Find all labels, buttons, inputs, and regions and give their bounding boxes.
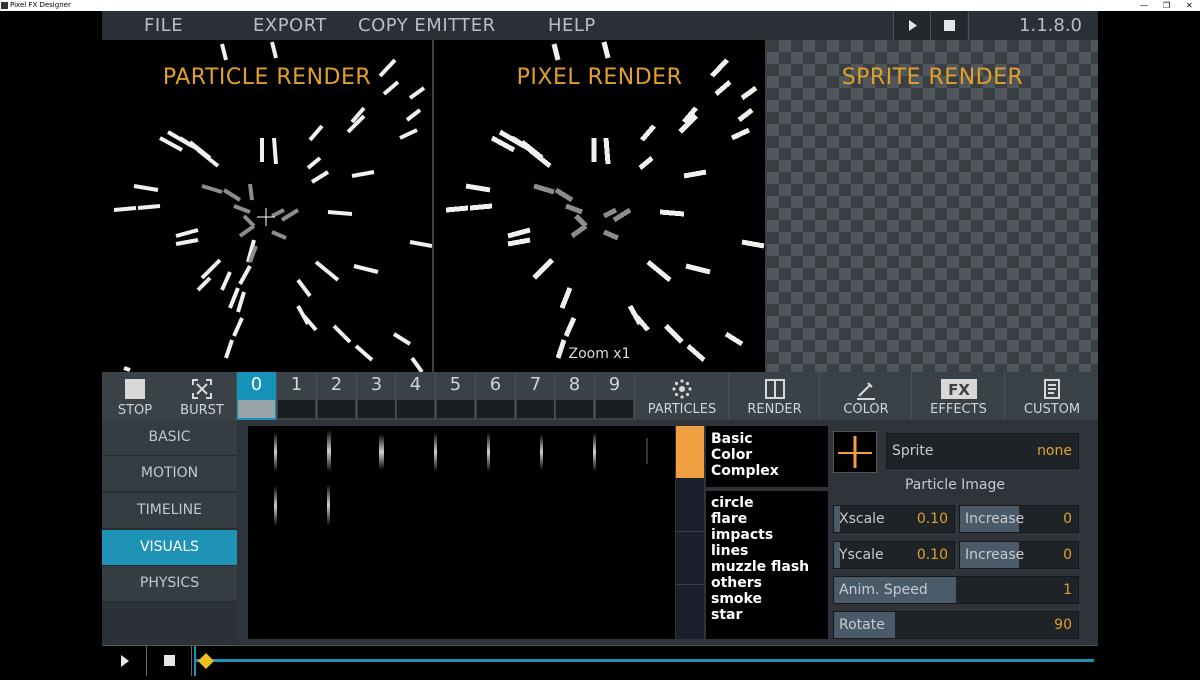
stop-square-icon xyxy=(125,379,145,399)
eyedropper-icon xyxy=(857,382,875,400)
pixel-render-pane[interactable]: PIXEL RENDER Zoom x1 xyxy=(434,40,767,372)
play-icon xyxy=(909,20,917,31)
menu-bar: FILE EXPORT COPY EMITTER HELP 1.1.8.0 xyxy=(102,11,1098,40)
crosshair-icon xyxy=(838,436,872,468)
pixel-render-label: PIXEL RENDER xyxy=(516,65,683,90)
sprite-field[interactable]: Sprite none xyxy=(886,433,1079,469)
app-icon xyxy=(1,2,8,9)
xscale-increase-slider[interactable]: Increase 0 xyxy=(959,505,1079,533)
sidebar-item-motion[interactable]: MOTION xyxy=(102,456,237,492)
stop-icon xyxy=(164,655,175,666)
sprite-render-label: SPRITE RENDER xyxy=(841,65,1024,90)
fx-icon: FX xyxy=(940,379,977,399)
emitter-slot-5[interactable]: 5 xyxy=(435,372,475,420)
scrollbar-thumb[interactable] xyxy=(676,426,704,478)
type-lines[interactable]: lines xyxy=(706,543,828,559)
type-circle[interactable]: circle xyxy=(706,495,828,511)
tab-custom[interactable]: CUSTOM xyxy=(1004,372,1099,420)
svg-text:FX: FX xyxy=(948,381,970,399)
timeline-keyframe-marker[interactable] xyxy=(197,652,215,670)
play-icon xyxy=(121,655,129,667)
type-muzzle-flash[interactable]: muzzle flash xyxy=(706,559,828,575)
thumbnail-scrollbar[interactable] xyxy=(676,426,704,639)
timeline-track[interactable] xyxy=(196,659,1094,662)
particle-render-pane[interactable]: PARTICLE RENDER xyxy=(102,40,434,372)
anim-speed-slider[interactable]: Anim. Speed 1 xyxy=(833,576,1079,604)
sidebar: BASIC MOTION TIMELINE VISUALS PHYSICS xyxy=(102,420,237,645)
emitter-slot-1[interactable]: 1 xyxy=(276,372,316,420)
emitter-slot-8[interactable]: 8 xyxy=(554,372,594,420)
stop-emitter-button[interactable]: STOP xyxy=(102,372,168,420)
type-star[interactable]: star xyxy=(706,607,828,623)
emitter-toolbar: STOP BURST 0 1 2 3 4 5 6 7 8 9 PARTICLES… xyxy=(102,372,1098,420)
sidebar-item-visuals[interactable]: VISUALS xyxy=(102,530,237,566)
emitter-slot-0[interactable]: 0 xyxy=(236,372,276,420)
app-frame: FILE EXPORT COPY EMITTER HELP 1.1.8.0 PA… xyxy=(102,11,1098,676)
burst-icon xyxy=(192,379,212,399)
emitter-slot-9[interactable]: 9 xyxy=(594,372,634,420)
play-button[interactable] xyxy=(893,11,930,40)
tab-render[interactable]: RENDER xyxy=(728,372,820,420)
image-type-list: circle flare impacts lines muzzle flash … xyxy=(706,491,828,639)
timeline-stop-button[interactable] xyxy=(147,646,192,676)
sidebar-item-physics[interactable]: PHYSICS xyxy=(102,566,237,602)
zoom-label: Zoom x1 xyxy=(568,346,631,362)
group-basic[interactable]: Basic xyxy=(706,431,828,447)
type-smoke[interactable]: smoke xyxy=(706,591,828,607)
type-others[interactable]: others xyxy=(706,575,828,591)
rotate-slider[interactable]: Rotate 90 xyxy=(833,611,1079,639)
type-impacts[interactable]: impacts xyxy=(706,527,828,543)
menu-file[interactable]: FILE xyxy=(144,11,183,40)
sprite-render-pane[interactable]: SPRITE RENDER xyxy=(767,40,1098,372)
menu-export[interactable]: EXPORT xyxy=(253,11,327,40)
document-icon xyxy=(1044,379,1060,399)
render-icon xyxy=(764,379,785,399)
yscale-increase-slider[interactable]: Increase 0 xyxy=(959,541,1079,569)
particle-image-grid[interactable] xyxy=(248,426,675,639)
sidebar-item-basic[interactable]: BASIC xyxy=(102,420,237,456)
yscale-slider[interactable]: Yscale 0.10 xyxy=(833,541,955,569)
stop-button[interactable] xyxy=(930,11,967,40)
particle-image-heading: Particle Image xyxy=(904,477,1006,493)
xscale-slider[interactable]: Xscale 0.10 xyxy=(833,505,955,533)
timeline-bar xyxy=(102,645,1098,676)
tab-effects[interactable]: FX EFFECTS xyxy=(911,372,1005,420)
menu-help[interactable]: HELP xyxy=(548,11,596,40)
particle-thumbnails xyxy=(274,430,648,526)
menu-copy-emitter[interactable]: COPY EMITTER xyxy=(358,11,496,40)
particles-icon xyxy=(672,379,692,399)
version-label: 1.1.8.0 xyxy=(1019,15,1082,36)
window-title: Pixel FX Designer xyxy=(10,1,71,9)
timeline-play-button[interactable] xyxy=(102,646,147,676)
close-button[interactable]: ✕ xyxy=(1186,0,1193,11)
group-color[interactable]: Color xyxy=(706,447,828,463)
maximize-button[interactable]: ❐ xyxy=(1163,0,1170,11)
tab-particles[interactable]: PARTICLES xyxy=(634,372,729,420)
sidebar-item-timeline[interactable]: TIMELINE xyxy=(102,493,237,529)
type-flare[interactable]: flare xyxy=(706,511,828,527)
emitter-slot-3[interactable]: 3 xyxy=(356,372,396,420)
minimize-button[interactable]: — xyxy=(1140,0,1148,11)
stop-icon xyxy=(944,20,955,31)
particle-image-preview[interactable] xyxy=(833,431,877,473)
emitter-slot-2[interactable]: 2 xyxy=(316,372,356,420)
tab-color[interactable]: COLOR xyxy=(819,372,912,420)
group-complex[interactable]: Complex xyxy=(706,463,828,479)
window-title-bar: Pixel FX Designer — ❐ ✕ xyxy=(0,0,1200,11)
emitter-slot-7[interactable]: 7 xyxy=(515,372,555,420)
emitter-slot-6[interactable]: 6 xyxy=(475,372,515,420)
particle-render-label: PARTICLE RENDER xyxy=(162,65,372,90)
burst-button[interactable]: BURST xyxy=(168,372,236,420)
emitter-slot-4[interactable]: 4 xyxy=(395,372,435,420)
image-group-list: Basic Color Complex xyxy=(706,426,828,487)
